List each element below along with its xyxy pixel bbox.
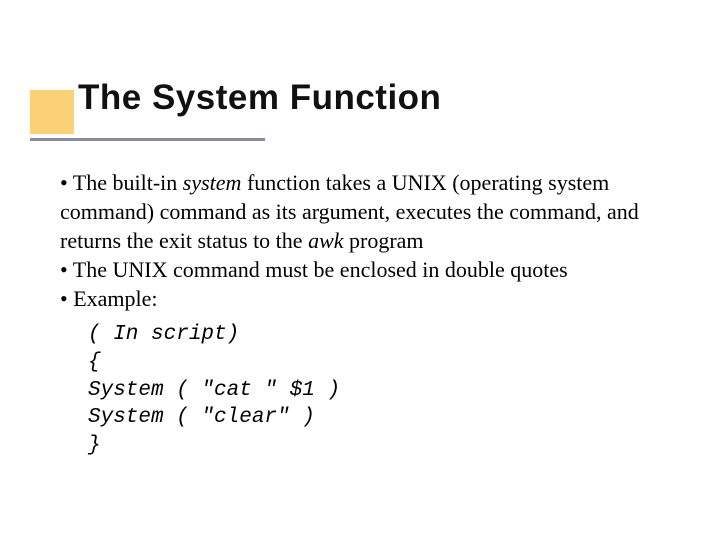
title-underline — [30, 138, 265, 141]
code-line: System ( "clear" ) — [88, 404, 690, 432]
code-line: { — [88, 349, 690, 377]
bullet-2: • The UNIX command must be enclosed in d… — [60, 255, 690, 284]
code-example: ( In script) { System ( "cat " $1 ) Syst… — [88, 321, 690, 460]
slide-content: • The built-in system function takes a U… — [60, 168, 690, 460]
bullet-3: • Example: — [60, 284, 690, 313]
bullet-list: • The built-in system function takes a U… — [60, 168, 690, 313]
title-area: The System Function — [0, 0, 720, 155]
bullet-1: • The built-in system function takes a U… — [60, 168, 690, 255]
title-accent-square — [30, 90, 74, 134]
code-line: System ( "cat " $1 ) — [88, 377, 690, 405]
code-line: } — [88, 432, 690, 460]
slide-title: The System Function — [78, 78, 441, 118]
code-line: ( In script) — [88, 321, 690, 349]
